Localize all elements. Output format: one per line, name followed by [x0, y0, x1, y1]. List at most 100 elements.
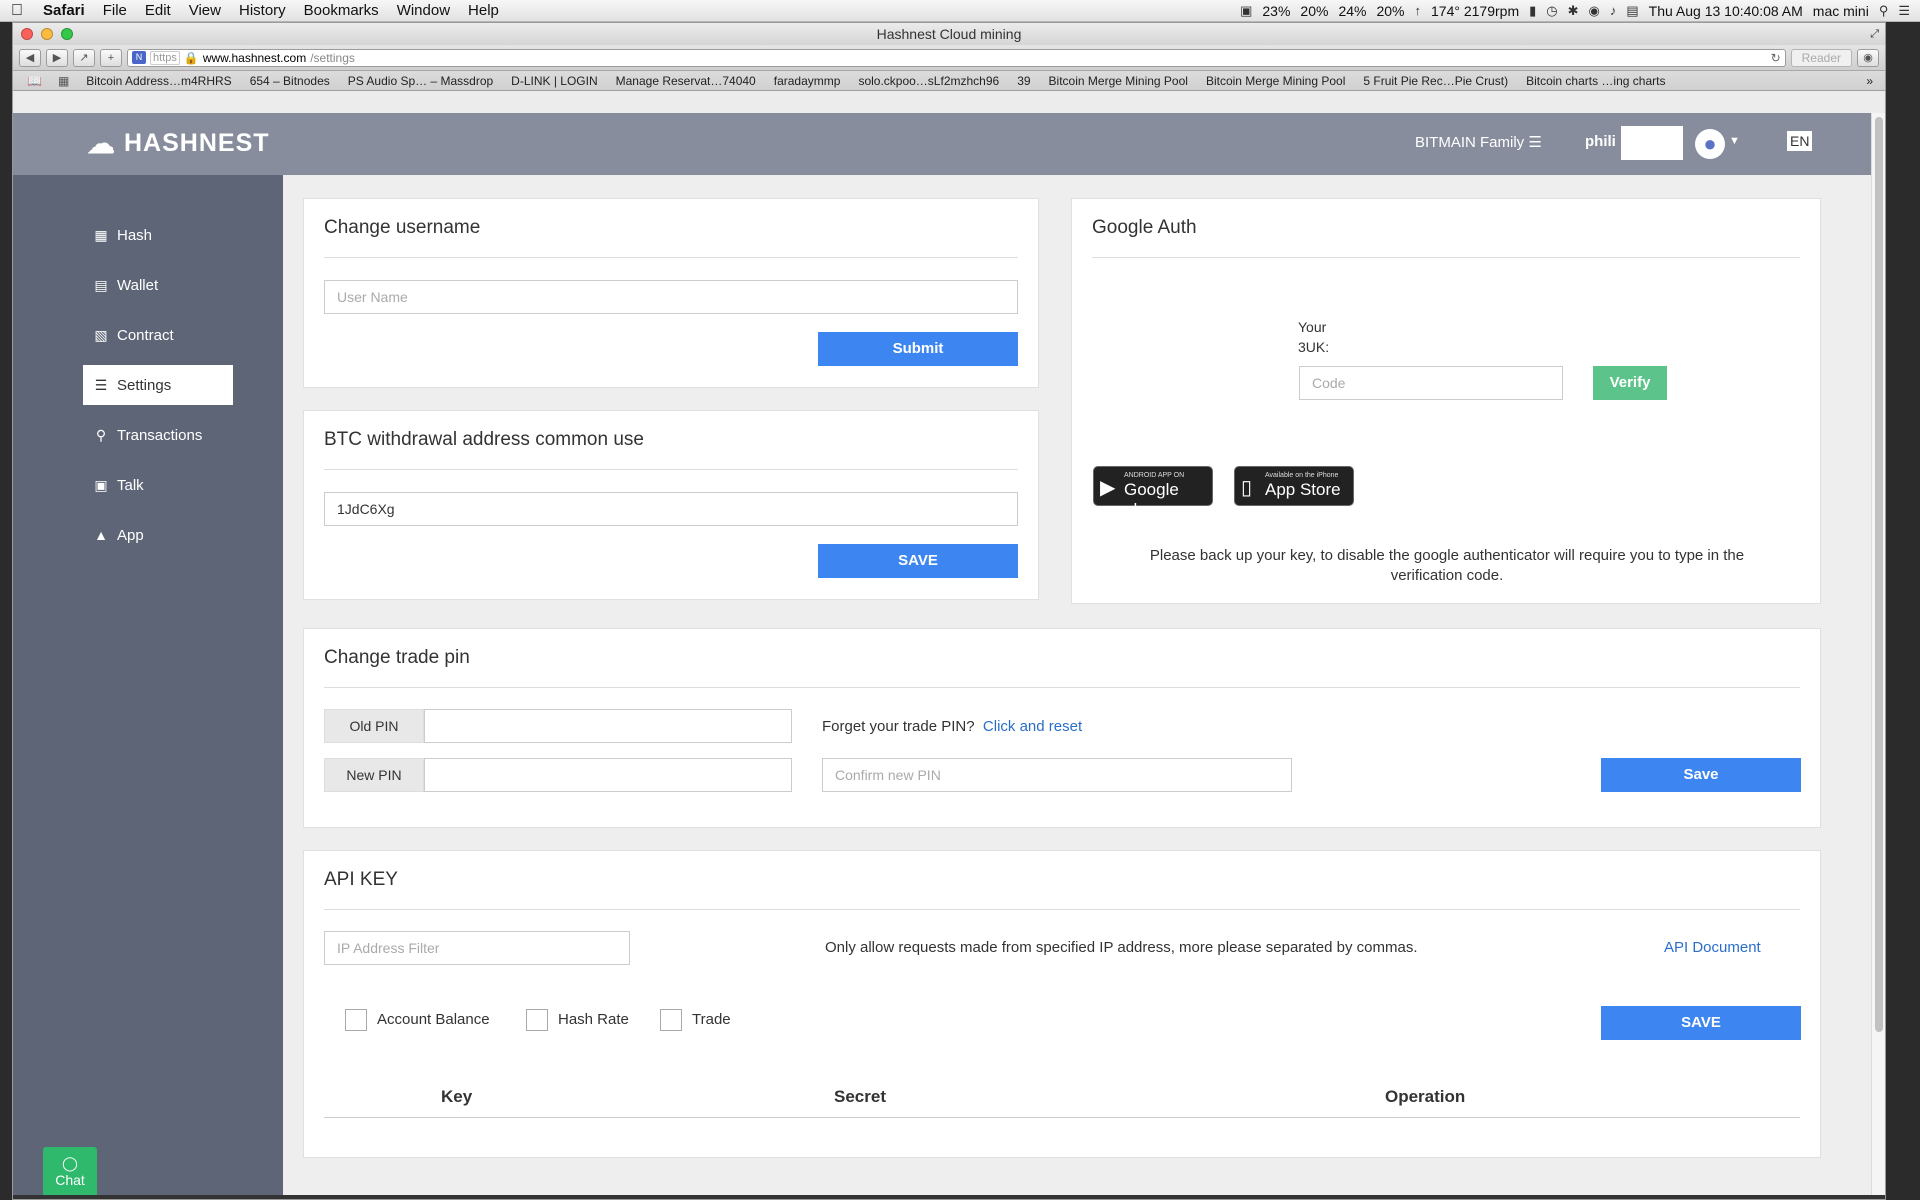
bookmark-item[interactable]: Bitcoin Address…m4RHRS — [77, 74, 240, 88]
bitmain-family-menu[interactable]: BITMAIN Family ☰ — [1415, 133, 1542, 151]
menu-edit[interactable]: Edit — [136, 2, 180, 19]
time-machine-icon[interactable]: ◷ — [1546, 3, 1557, 19]
cpu-usage-2: 20% — [1300, 2, 1329, 19]
minimize-window-button[interactable] — [41, 28, 53, 40]
new-pin-input[interactable] — [424, 758, 792, 792]
bookmark-item[interactable]: Bitcoin Merge Mining Pool — [1197, 74, 1354, 88]
list-icon: ☰ — [1528, 134, 1542, 151]
vertical-scrollbar[interactable] — [1871, 113, 1885, 1199]
bookmark-item[interactable]: 5 Fruit Pie Rec…Pie Crust) — [1354, 74, 1517, 88]
forward-button[interactable]: ▶ — [46, 48, 68, 67]
account-balance-label: Account Balance — [377, 1011, 490, 1028]
clock[interactable]: Thu Aug 13 10:40:08 AM — [1649, 3, 1803, 19]
chat-button[interactable]: ◯ Chat — [43, 1147, 97, 1199]
api-document-link[interactable]: API Document — [1664, 939, 1761, 956]
sidebar-item-transactions[interactable]: ⚲ Transactions — [83, 415, 233, 455]
downloads-button[interactable]: ◉ — [1857, 48, 1879, 67]
menu-app[interactable]: Safari — [34, 2, 94, 19]
menu-history[interactable]: History — [230, 2, 295, 19]
bookmark-item[interactable]: 39 — [1008, 74, 1039, 88]
menu-file[interactable]: File — [94, 2, 136, 19]
bookmark-item[interactable]: D-LINK | LOGIN — [502, 74, 606, 88]
card-title: Change trade pin — [324, 647, 470, 668]
ip-filter-input[interactable]: IP Address Filter — [324, 931, 630, 965]
language-selector[interactable]: EN — [1787, 131, 1813, 151]
sidebar-item-talk[interactable]: ▣ Talk — [83, 465, 233, 505]
bookmark-item[interactable]: solo.ckpoo…sLf2mzhch96 — [849, 74, 1008, 88]
divider — [324, 909, 1800, 910]
notification-center-icon[interactable]: ☰ — [1898, 3, 1910, 19]
btc-address-input[interactable]: 1JdC6Xg — [324, 492, 1018, 526]
trade-checkbox[interactable] — [660, 1009, 682, 1031]
battery-icon[interactable]: ▮ — [1529, 3, 1536, 19]
message-icon: ▣ — [94, 476, 108, 493]
app-store-caption: Available on the iPhone — [1265, 472, 1339, 479]
save-pin-button[interactable]: Save — [1601, 758, 1801, 792]
calendar-icon[interactable]: ▤ — [1626, 3, 1638, 19]
bitmain-family-label: BITMAIN Family — [1415, 134, 1525, 151]
avatar-icon[interactable]: ● — [1695, 129, 1725, 159]
code-input[interactable]: Code — [1299, 366, 1563, 400]
bookmark-item[interactable]: Bitcoin Merge Mining Pool — [1040, 74, 1197, 88]
app-store-badge[interactable]: ▯ Available on the iPhone App Store — [1234, 466, 1354, 506]
fullscreen-icon[interactable]: ⤢ — [1870, 23, 1879, 45]
computer-name[interactable]: mac mini — [1813, 3, 1869, 19]
bookmark-item[interactable]: 654 – Bitnodes — [241, 74, 339, 88]
hashnest-logo[interactable]: ☁ HASHNEST — [87, 127, 270, 160]
save-address-button[interactable]: SAVE — [818, 544, 1018, 578]
back-button[interactable]: ◀ — [19, 48, 41, 67]
top-sites-icon[interactable]: ▦ — [50, 74, 77, 88]
volume-icon[interactable]: ♪ — [1610, 3, 1617, 18]
monitor-icon[interactable]: ▣ — [1240, 3, 1252, 19]
thermometer-icon[interactable]: ↑ — [1415, 3, 1422, 18]
bookmark-item[interactable]: Manage Reservat…74040 — [607, 74, 765, 88]
sidebar-item-app[interactable]: ▲ App — [83, 515, 233, 555]
old-pin-input[interactable] — [424, 709, 792, 743]
sidebar-item-wallet[interactable]: ▤ Wallet — [83, 265, 233, 305]
divider — [1092, 257, 1800, 258]
google-auth-card: Google Auth Your 3UK: Code Verify ▶ ANDR… — [1071, 198, 1821, 604]
wifi-icon[interactable]: ◉ — [1589, 3, 1600, 19]
menu-window[interactable]: Window — [388, 2, 459, 19]
zoom-window-button[interactable] — [61, 28, 73, 40]
verify-button[interactable]: Verify — [1593, 366, 1667, 400]
apple-icon[interactable]:  — [0, 2, 34, 20]
reload-icon[interactable]: ↻ — [1771, 51, 1781, 65]
menu-bookmarks[interactable]: Bookmarks — [295, 2, 388, 19]
mac-menubar:  Safari File Edit View History Bookmark… — [0, 0, 1920, 22]
sidebar-item-hash[interactable]: ▦ Hash — [83, 215, 233, 255]
bookmark-item[interactable]: Bitcoin charts …ing charts — [1517, 74, 1674, 88]
cpu-usage-4: 20% — [1376, 2, 1405, 19]
bookmark-item[interactable]: PS Audio Sp… – Massdrop — [339, 74, 502, 88]
change-trade-pin-card: Change trade pin Old PIN New PIN Forget … — [303, 628, 1821, 828]
menu-view[interactable]: View — [180, 2, 230, 19]
share-button[interactable]: ↗ — [73, 48, 95, 67]
secret-key-label: Your — [1298, 319, 1327, 335]
scrollbar-thumb[interactable] — [1875, 117, 1883, 1032]
username-display[interactable]: phili — [1585, 133, 1616, 150]
reading-list-icon[interactable]: 📖 — [19, 74, 50, 88]
address-bar[interactable]: N https 🔒 www.hashnest.com/settings ↻ — [127, 48, 1786, 67]
new-tab-button[interactable]: + — [100, 48, 122, 67]
divider — [324, 687, 1800, 688]
reset-pin-link[interactable]: Click and reset — [983, 718, 1082, 735]
chevron-down-icon[interactable]: ▼ — [1729, 135, 1740, 147]
google-play-badge[interactable]: ▶ ANDROID APP ON Google play — [1093, 466, 1213, 519]
more-bookmarks-icon[interactable]: » — [1860, 74, 1879, 88]
submit-button[interactable]: Submit — [818, 332, 1018, 366]
account-balance-checkbox[interactable] — [345, 1009, 367, 1031]
hash-rate-checkbox[interactable] — [526, 1009, 548, 1031]
menu-help[interactable]: Help — [459, 2, 508, 19]
sidebar-item-settings[interactable]: ☰ Settings — [83, 365, 233, 405]
spotlight-icon[interactable]: ⚲ — [1879, 3, 1889, 19]
close-window-button[interactable] — [21, 28, 33, 40]
sidebar-item-contract[interactable]: ▧ Contract — [83, 315, 233, 355]
confirm-pin-input[interactable]: Confirm new PIN — [822, 758, 1292, 792]
window-titlebar[interactable]: Hashnest Cloud mining ⤢ — [13, 23, 1885, 45]
bluetooth-icon[interactable]: ✱ — [1568, 3, 1579, 19]
reader-button[interactable]: Reader — [1790, 48, 1852, 67]
username-input[interactable]: User Name — [324, 280, 1018, 314]
bookmark-item[interactable]: faradaymmp — [765, 74, 850, 88]
chip-icon: ▦ — [94, 226, 108, 243]
save-api-button[interactable]: SAVE — [1601, 1006, 1801, 1040]
